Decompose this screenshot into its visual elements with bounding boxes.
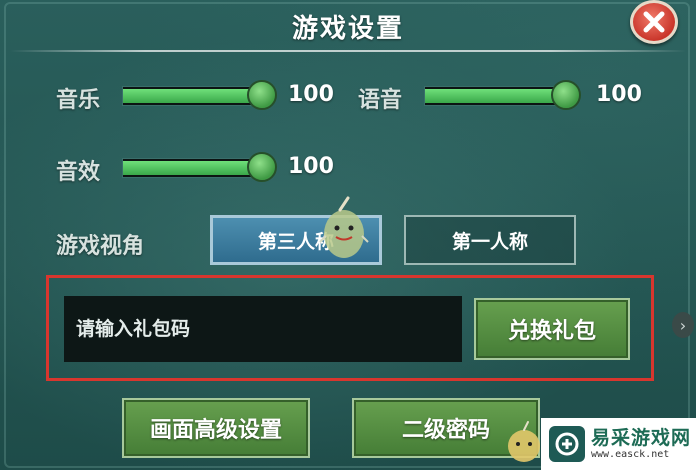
music-value: 100	[288, 82, 334, 107]
chevron-right-icon: ›	[679, 315, 687, 335]
watermark-logo-icon	[549, 426, 585, 462]
redeem-button[interactable]: 兑换礼包	[474, 298, 630, 360]
sfx-value: 100	[288, 154, 334, 179]
close-button[interactable]	[630, 0, 678, 44]
mascot-icon	[319, 196, 369, 258]
sfx-label: 音效	[56, 160, 101, 185]
title-bar: 游戏设置	[0, 0, 696, 54]
side-arrow-button[interactable]: ›	[672, 312, 694, 338]
voice-value: 100	[596, 82, 642, 107]
music-slider-knob[interactable]	[247, 80, 277, 110]
watermark-brand: 易采游戏网	[591, 427, 692, 449]
sfx-slider-knob[interactable]	[247, 152, 277, 182]
music-label: 音乐	[56, 88, 101, 113]
voice-slider-track	[424, 86, 566, 106]
close-icon	[643, 11, 665, 33]
music-slider-fill	[123, 89, 261, 103]
gift-code-input[interactable]	[64, 296, 462, 362]
view-option-first-person[interactable]: 第一人称	[404, 215, 576, 265]
settings-dialog: 游戏设置 音乐 100 语音 100 音效 100 游戏视角 第三人称 第一人称	[0, 0, 696, 470]
watermark-mascot-icon	[508, 421, 540, 462]
voice-label: 语音	[358, 88, 403, 113]
voice-slider[interactable]	[424, 80, 581, 110]
dialog-title: 游戏设置	[291, 14, 404, 44]
title-divider	[10, 50, 686, 52]
view-label: 游戏视角	[56, 234, 145, 259]
voice-slider-fill	[425, 89, 565, 103]
music-slider[interactable]	[122, 80, 277, 110]
watermark-url: www.easck.net	[591, 449, 670, 460]
graphics-settings-button[interactable]: 画面高级设置	[122, 398, 310, 458]
music-slider-track	[122, 86, 262, 106]
sfx-slider[interactable]	[122, 152, 277, 182]
sfx-slider-fill	[123, 161, 261, 175]
voice-slider-knob[interactable]	[551, 80, 581, 110]
site-watermark: 易采游戏网 www.easck.net	[541, 418, 696, 470]
sfx-slider-track	[122, 158, 262, 178]
